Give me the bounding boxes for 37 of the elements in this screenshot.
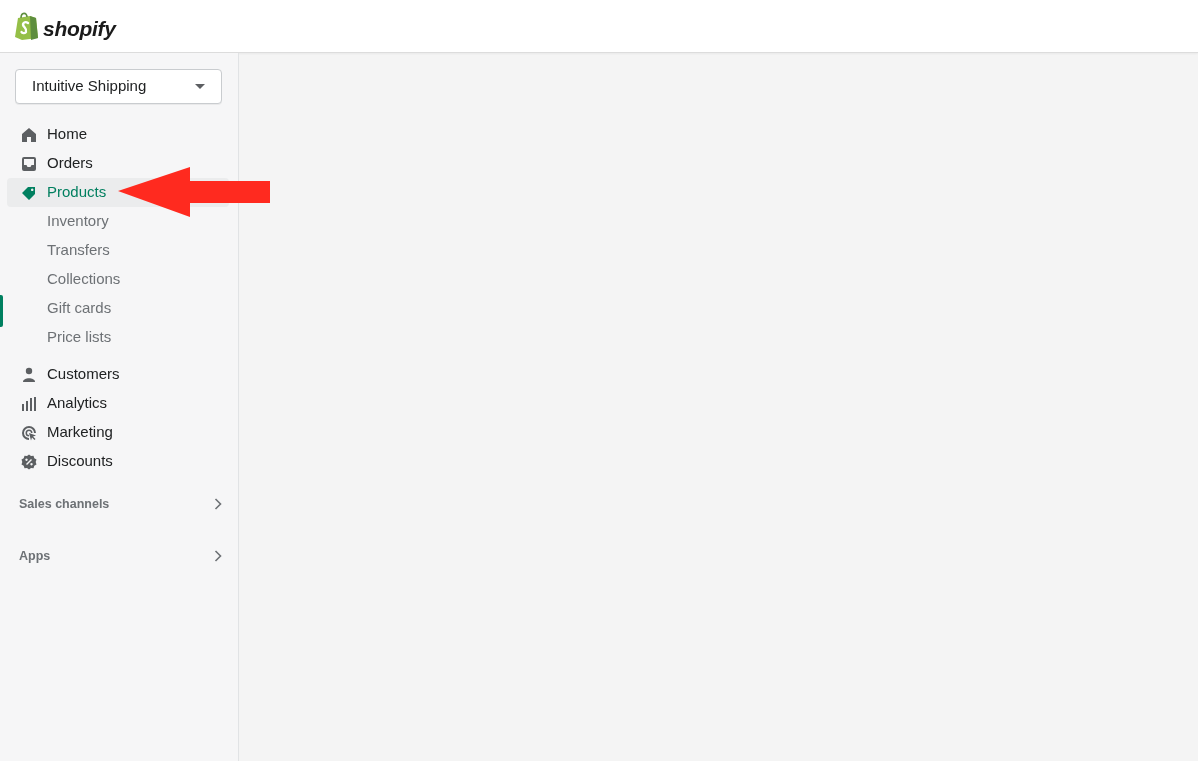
logo-wordmark: shopify (43, 17, 116, 39)
section-toggle[interactable]: Apps (19, 538, 222, 574)
nav-label: Analytics (47, 393, 108, 414)
store-selector[interactable]: Intuitive Shipping (15, 69, 222, 104)
inbox-icon (21, 155, 37, 172)
nav-label: Orders (47, 153, 93, 174)
nav-subitem[interactable]: Inventory (7, 207, 229, 236)
nav-subitem[interactable]: Transfers (7, 236, 229, 265)
bar-chart-icon (21, 395, 37, 412)
nav-label: Home (47, 124, 87, 145)
chevron-right-icon (214, 550, 222, 562)
shopping-bag-logo-icon (15, 12, 38, 40)
nav-subitem[interactable]: Gift cards (7, 294, 229, 323)
section-label: Apps (19, 547, 51, 565)
caret-icon (195, 84, 205, 89)
nav-label: Marketing (47, 422, 113, 443)
nav-label: Discounts (47, 451, 113, 472)
nav-item[interactable]: Discounts (7, 447, 229, 476)
home-icon (21, 126, 37, 143)
nav-item[interactable]: Analytics (7, 389, 229, 418)
nav-item[interactable]: Marketing (7, 418, 229, 447)
nav-label: Products (47, 182, 107, 203)
tag-icon (21, 184, 37, 201)
nav-item[interactable]: Orders (7, 149, 229, 178)
section-toggle[interactable]: Sales channels (19, 486, 222, 522)
discount-icon (21, 453, 37, 470)
nav-item[interactable]: Customers (7, 360, 229, 389)
section-label: Sales channels (19, 495, 110, 513)
nav-label: Customers (47, 364, 120, 385)
arrow-icon (118, 167, 270, 217)
person-icon (21, 366, 37, 383)
nav-subitem[interactable]: Collections (7, 265, 229, 294)
nav-subitem[interactable]: Price lists (7, 323, 229, 352)
indicator-bar-icon (0, 295, 3, 327)
nav-item[interactable]: Home (7, 120, 229, 149)
target-cursor-icon (21, 424, 37, 441)
chevron-right-icon (214, 498, 222, 510)
